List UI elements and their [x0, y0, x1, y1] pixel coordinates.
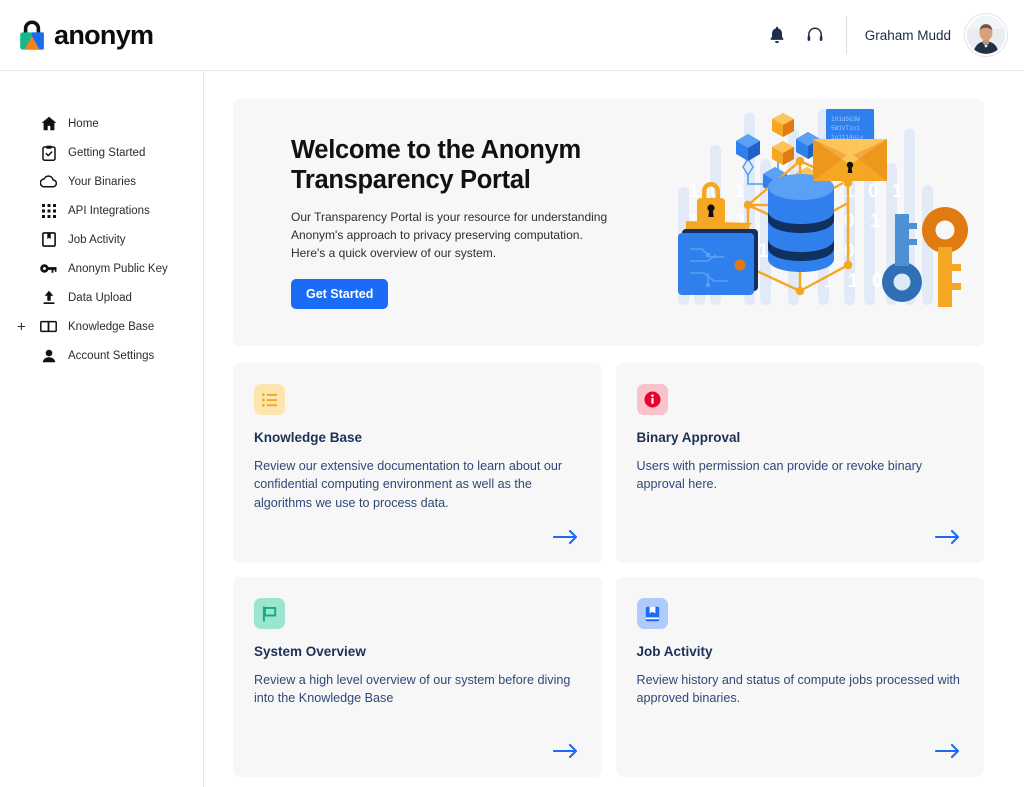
- card-arrow-button[interactable]: [933, 739, 963, 763]
- card-title: Job Activity: [636, 644, 713, 659]
- avatar[interactable]: [965, 14, 1007, 56]
- svg-text:1: 1: [758, 241, 769, 262]
- upload-icon: [40, 289, 57, 306]
- svg-text:0: 0: [844, 211, 855, 232]
- card-badge: [254, 598, 285, 629]
- sidebar-item-getting-started[interactable]: Getting Started: [0, 138, 203, 167]
- bell-icon: [769, 26, 785, 44]
- bookmark-book-icon: [645, 606, 660, 622]
- clipboard-check-icon: [40, 144, 57, 161]
- card-arrow-button[interactable]: [551, 525, 581, 549]
- sidebar-item-label: Anonym Public Key: [68, 262, 168, 275]
- sidebar-item-label: Getting Started: [68, 146, 146, 159]
- expand-knowledge-base-button[interactable]: +: [17, 319, 26, 334]
- sidebar-item-account-settings[interactable]: Account Settings: [0, 341, 203, 370]
- notifications-button[interactable]: [758, 16, 796, 54]
- sidebar-item-api-integrations[interactable]: API Integrations: [0, 196, 203, 225]
- sidebar-item-label: Job Activity: [68, 233, 126, 246]
- privacy-computation-illustration-icon: 101 101 101 010 1001 01 01 1101: [648, 99, 978, 346]
- list-icon: [262, 393, 277, 407]
- arrow-right-icon: [935, 529, 961, 545]
- header-actions: Graham Mudd: [758, 14, 1007, 56]
- hero-subtitle: Our Transparency Portal is your resource…: [291, 210, 608, 261]
- sidebar-item-label: Home: [68, 117, 99, 130]
- sidebar-item-job-activity[interactable]: Job Activity: [0, 225, 203, 254]
- support-button[interactable]: [796, 16, 834, 54]
- anonym-padlock-logo-icon: [17, 19, 47, 51]
- user-avatar-photo-icon: [967, 16, 1005, 54]
- sidebar-item-label: Data Upload: [68, 291, 132, 304]
- card-title: Knowledge Base: [254, 430, 363, 445]
- sidebar-item-data-upload[interactable]: Data Upload: [0, 283, 203, 312]
- card-system-overview[interactable]: System Overview Review a high level over…: [233, 577, 602, 777]
- svg-text:0: 0: [868, 181, 879, 202]
- headset-icon: [806, 26, 824, 44]
- card-arrow-button[interactable]: [933, 525, 963, 549]
- card-job-activity[interactable]: Job Activity Review history and status o…: [615, 577, 984, 777]
- card-binary-approval[interactable]: Binary Approval Users with permission ca…: [615, 363, 984, 563]
- arrow-right-icon: [935, 743, 961, 759]
- card-badge: [636, 598, 668, 629]
- sidebar-item-your-binaries[interactable]: Your Binaries: [0, 167, 203, 196]
- logo-text: anonym: [54, 19, 154, 50]
- open-book-icon: [40, 318, 57, 335]
- logo[interactable]: anonym: [17, 19, 154, 51]
- svg-text:0: 0: [872, 271, 883, 292]
- sidebar-item-label: API Integrations: [68, 204, 150, 217]
- card-description: Users with permission can provide or rev…: [636, 459, 923, 492]
- card-description: Review history and status of compute job…: [636, 673, 960, 706]
- key-icon: [40, 260, 57, 277]
- card-title: Binary Approval: [636, 430, 741, 445]
- sidebar-item-knowledge-base[interactable]: + Knowledge Base: [0, 312, 203, 341]
- arrow-right-icon: [552, 743, 579, 759]
- feature-cards-grid: Knowledge Base Review our extensive docu…: [233, 363, 984, 777]
- svg-text:1: 1: [870, 211, 881, 232]
- svg-text:1: 1: [688, 181, 699, 202]
- svg-text:1: 1: [892, 181, 903, 202]
- svg-text:101d5G3W: 101d5G3W: [831, 116, 860, 123]
- get-started-button[interactable]: Get Started: [291, 279, 389, 310]
- home-icon: [40, 115, 57, 132]
- hero-banner: Welcome to the Anonym Transparency Porta…: [233, 99, 984, 346]
- sidebar-item-home[interactable]: Home: [0, 109, 203, 138]
- cloud-icon: [40, 173, 57, 190]
- svg-text:5W1VT1o1: 5W1VT1o1: [831, 125, 860, 132]
- flag-icon: [262, 605, 277, 622]
- card-badge: [254, 384, 285, 415]
- card-description: Review a high level overview of our syst…: [254, 673, 571, 706]
- info-circle-icon: [644, 391, 661, 408]
- sidebar-item-label: Account Settings: [68, 349, 155, 362]
- svg-text:1: 1: [848, 271, 859, 292]
- card-knowledge-base[interactable]: Knowledge Base Review our extensive docu…: [233, 363, 602, 563]
- svg-text:1: 1: [734, 181, 745, 202]
- hero-text: Welcome to the Anonym Transparency Porta…: [233, 136, 613, 310]
- card-description: Review our extensive documentation to le…: [254, 459, 563, 510]
- card-title: System Overview: [254, 644, 366, 659]
- sidebar-item-anonym-public-key[interactable]: Anonym Public Key: [0, 254, 203, 283]
- user-name-label: Graham Mudd: [864, 27, 951, 43]
- main-content: Welcome to the Anonym Transparency Porta…: [204, 71, 1024, 787]
- sidebar: Home Getting Started Your Binaries API I…: [0, 71, 204, 787]
- sidebar-item-label: Your Binaries: [68, 175, 136, 188]
- card-arrow-button[interactable]: [551, 739, 581, 763]
- arrow-right-icon: [552, 529, 579, 545]
- sidebar-item-label: Knowledge Base: [68, 320, 155, 333]
- header-divider: [845, 16, 847, 54]
- bookmark-book-icon: [40, 231, 57, 248]
- page-title: Welcome to the Anonym Transparency Porta…: [291, 135, 581, 194]
- app-header: anonym Graham Mudd: [0, 0, 1024, 71]
- person-icon: [40, 347, 57, 364]
- card-badge: [636, 384, 668, 415]
- svg-text:0: 0: [844, 241, 855, 262]
- grid-dots-icon: [40, 202, 57, 219]
